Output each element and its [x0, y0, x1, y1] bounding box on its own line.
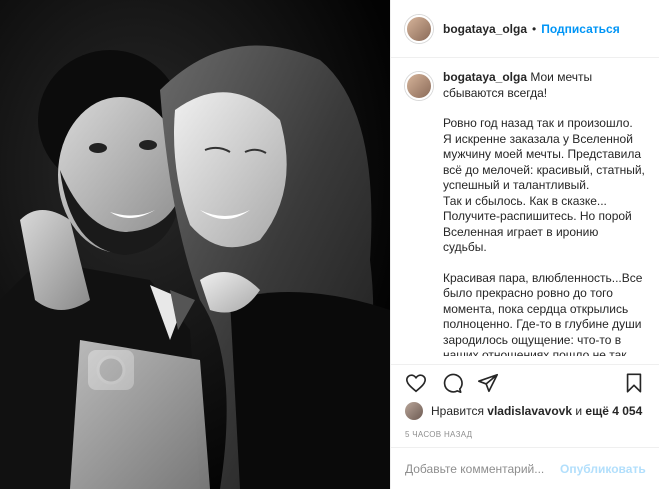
bookmark-icon[interactable] [623, 372, 645, 394]
caption-paragraph-1: Ровно год назад так и произошло. Я искре… [443, 116, 645, 254]
instagram-post-view: bogataya_olga • Подписаться bogataya_olg… [0, 0, 659, 489]
comment-icon[interactable] [441, 372, 463, 394]
likes-conjunction: и [575, 404, 583, 418]
liker-avatar[interactable] [405, 402, 423, 420]
publish-button[interactable]: Опубликовать [560, 462, 646, 476]
action-bar [391, 364, 659, 400]
caption-body: bogataya_olga Мои мечты сбываются всегда… [443, 70, 645, 356]
post-header: bogataya_olga • Подписаться [391, 0, 659, 58]
post-sidebar: bogataya_olga • Подписаться bogataya_olg… [390, 0, 659, 489]
likes-row: Нравится vladislavavovk и ещё 4 054 [391, 400, 659, 420]
comment-input[interactable] [405, 461, 560, 476]
caption-section: bogataya_olga Мои мечты сбываются всегда… [391, 58, 659, 356]
post-photo[interactable] [0, 0, 390, 489]
caption-paragraph-2: Красивая пара, влюбленность...Все было п… [443, 270, 643, 357]
comment-bar: Опубликовать [391, 447, 659, 489]
author-username[interactable]: bogataya_olga [443, 22, 527, 36]
header-separator: • [532, 21, 537, 36]
likes-count[interactable]: ещё 4 054 [585, 404, 642, 418]
post-timestamp[interactable]: 5 часов назад [391, 420, 659, 448]
liker-username[interactable]: vladislavavovk [487, 404, 572, 418]
share-icon[interactable] [477, 372, 499, 394]
author-avatar[interactable] [405, 14, 433, 43]
heart-icon[interactable] [405, 372, 427, 394]
caption-username[interactable]: bogataya_olga [443, 70, 527, 84]
follow-button[interactable]: Подписаться [541, 22, 619, 36]
likes-prefix: Нравится [431, 404, 484, 418]
couple-photo-illustration [0, 0, 390, 489]
caption-avatar[interactable] [405, 72, 433, 100]
